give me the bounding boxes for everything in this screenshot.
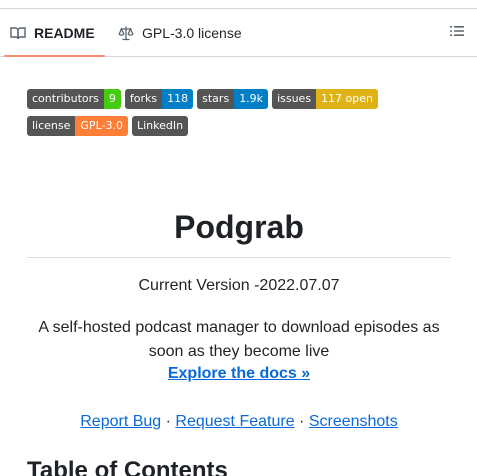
badge-value: 117 open [316, 89, 379, 109]
badge-row-2: license GPL-3.0 LinkedIn [27, 116, 189, 136]
tab-readme[interactable]: README [4, 9, 105, 57]
badge-forks[interactable]: forks 118 [124, 89, 194, 109]
screenshots-link[interactable]: Screenshots [309, 413, 398, 430]
readme-tab-bar: README GPL-3.0 license [0, 8, 477, 57]
explore-docs: Explore the docs » [27, 363, 451, 385]
toc-heading: Table of Contents [27, 457, 228, 476]
version-text: Current Version -2022.07.07 [138, 277, 340, 294]
list-unordered-icon [449, 23, 465, 44]
badge-label: license [27, 116, 76, 136]
tab-readme-label: README [34, 24, 95, 41]
badge-row-1: contributors 9 forks 118 stars 1.9k issu… [27, 89, 379, 109]
badge-label: forks [124, 89, 163, 109]
request-feature-link[interactable]: Request Feature [175, 413, 294, 430]
report-bug-link[interactable]: Report Bug [80, 413, 161, 430]
page-title: Podgrab [174, 209, 304, 245]
title-divider [27, 257, 451, 258]
project-description: A self-hosted podcast manager to downloa… [38, 319, 440, 360]
badge-contributors[interactable]: contributors 9 [27, 89, 121, 109]
tab-license-label: GPL-3.0 license [142, 24, 242, 41]
project-links: Report Bug · Request Feature · Screensho… [27, 411, 451, 433]
badge-value: 9 [103, 89, 121, 109]
badge-value: 1.9k [234, 89, 269, 109]
badge-label: LinkedIn [131, 116, 189, 136]
law-scale-icon [118, 25, 134, 41]
badge-value: GPL-3.0 [75, 116, 128, 136]
badge-value: 118 [162, 89, 194, 109]
outline-menu-button[interactable] [447, 23, 467, 43]
badge-linkedin[interactable]: LinkedIn [131, 116, 189, 136]
tab-license[interactable]: GPL-3.0 license [118, 9, 242, 56]
link-separator: · [161, 413, 176, 430]
badge-label: issues [272, 89, 317, 109]
link-separator: · [294, 413, 309, 430]
badge-issues[interactable]: issues 117 open [272, 89, 379, 109]
readme-page: README GPL-3.0 license contributors 9 fo… [0, 0, 477, 476]
book-icon [10, 25, 26, 41]
badge-label: stars [197, 89, 235, 109]
explore-docs-link[interactable]: Explore the docs » [168, 365, 310, 382]
badge-stars[interactable]: stars 1.9k [197, 89, 269, 109]
badge-label: contributors [27, 89, 104, 109]
badge-license[interactable]: license GPL-3.0 [27, 116, 128, 136]
